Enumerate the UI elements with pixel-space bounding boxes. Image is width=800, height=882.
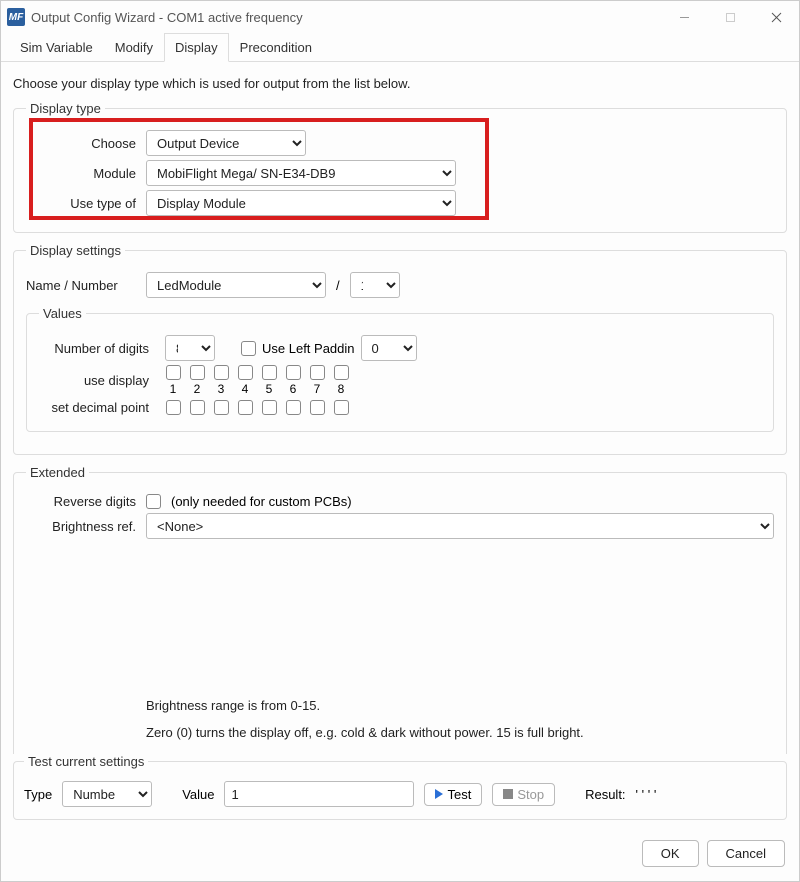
test-button[interactable]: Test: [424, 783, 482, 806]
use-display-4[interactable]: [238, 365, 253, 380]
module-select[interactable]: MobiFlight Mega/ SN-E34-DB9: [146, 160, 456, 186]
use-display-1[interactable]: [166, 365, 181, 380]
test-legend: Test current settings: [24, 754, 148, 769]
left-padding-select[interactable]: 0: [361, 335, 417, 361]
choose-select[interactable]: Output Device: [146, 130, 306, 156]
brightness-select[interactable]: <None>: [146, 513, 774, 539]
reverse-hint: (only needed for custom PCBs): [171, 494, 352, 509]
decimal-3[interactable]: [214, 400, 229, 415]
use-type-label: Use type of: [26, 196, 146, 211]
stop-button[interactable]: Stop: [492, 783, 555, 806]
use-display-7[interactable]: [310, 365, 325, 380]
values-legend: Values: [39, 306, 86, 321]
use-type-select[interactable]: Display Module: [146, 190, 456, 216]
test-area: Test current settings Type Number Value …: [1, 754, 799, 830]
ok-button[interactable]: OK: [642, 840, 699, 867]
test-value-label: Value: [182, 787, 214, 802]
reverse-label: Reverse digits: [26, 494, 146, 509]
test-group: Test current settings Type Number Value …: [13, 754, 787, 820]
digits-label: Number of digits: [39, 341, 159, 356]
left-padding-label: Use Left Paddin: [262, 341, 355, 356]
display-type-group: Display type Choose Output Device Module…: [13, 101, 787, 233]
decimal-7[interactable]: [310, 400, 325, 415]
decimal-label: set decimal point: [39, 400, 159, 415]
tab-sim-variable[interactable]: Sim Variable: [9, 33, 104, 62]
name-sep: /: [326, 278, 350, 293]
left-padding-checkbox[interactable]: [241, 341, 256, 356]
use-display-8[interactable]: [334, 365, 349, 380]
extended-group: Extended Reverse digits (only needed for…: [13, 465, 787, 754]
window-title: Output Config Wizard - COM1 active frequ…: [31, 10, 661, 25]
decimal-4[interactable]: [238, 400, 253, 415]
brightness-zero-text: Zero (0) turns the display off, e.g. col…: [146, 723, 786, 744]
instruction-text: Choose your display type which is used f…: [13, 76, 787, 91]
display-type-legend: Display type: [26, 101, 105, 116]
dialog-buttons: OK Cancel: [1, 830, 799, 881]
tab-bar: Sim Variable Modify Display Precondition: [1, 33, 799, 62]
digits-select[interactable]: 8: [165, 335, 215, 361]
brightness-label: Brightness ref.: [26, 519, 146, 534]
window: MF Output Config Wizard - COM1 active fr…: [0, 0, 800, 882]
test-type-label: Type: [24, 787, 52, 802]
play-icon: [435, 789, 443, 799]
tab-modify[interactable]: Modify: [104, 33, 164, 62]
values-group: Values Number of digits 8 Use Left Paddi…: [26, 306, 774, 432]
decimal-1[interactable]: [166, 400, 181, 415]
decimal-6[interactable]: [286, 400, 301, 415]
minimize-button[interactable]: [661, 1, 707, 33]
name-number-label: Name / Number: [26, 278, 146, 293]
decimal-2[interactable]: [190, 400, 205, 415]
test-type-select[interactable]: Number: [62, 781, 152, 807]
window-controls: [661, 1, 799, 33]
stop-icon: [503, 789, 513, 799]
display-settings-group: Display settings Name / Number LedModule…: [13, 243, 787, 455]
module-label: Module: [26, 166, 146, 181]
tab-body: Choose your display type which is used f…: [1, 62, 799, 754]
tab-display[interactable]: Display: [164, 33, 229, 62]
result-label: Result:: [585, 787, 625, 802]
name-select[interactable]: LedModule: [146, 272, 326, 298]
brightness-range-text: Brightness range is from 0-15.: [146, 696, 786, 717]
use-display-5[interactable]: [262, 365, 277, 380]
use-display-2[interactable]: [190, 365, 205, 380]
maximize-button[interactable]: [707, 1, 753, 33]
reverse-checkbox[interactable]: [146, 494, 161, 509]
choose-label: Choose: [26, 136, 146, 151]
titlebar: MF Output Config Wizard - COM1 active fr…: [1, 1, 799, 33]
display-settings-legend: Display settings: [26, 243, 125, 258]
number-select[interactable]: 1: [350, 272, 400, 298]
decimal-8[interactable]: [334, 400, 349, 415]
use-display-3[interactable]: [214, 365, 229, 380]
result-value: ' ' ' ': [636, 787, 657, 802]
use-display-label: use display: [39, 373, 159, 388]
app-icon: MF: [7, 8, 25, 26]
cancel-button[interactable]: Cancel: [707, 840, 785, 867]
use-display-6[interactable]: [286, 365, 301, 380]
test-value-input[interactable]: [224, 781, 414, 807]
decimal-5[interactable]: [262, 400, 277, 415]
close-button[interactable]: [753, 1, 799, 33]
extended-legend: Extended: [26, 465, 89, 480]
tab-precondition[interactable]: Precondition: [229, 33, 323, 62]
